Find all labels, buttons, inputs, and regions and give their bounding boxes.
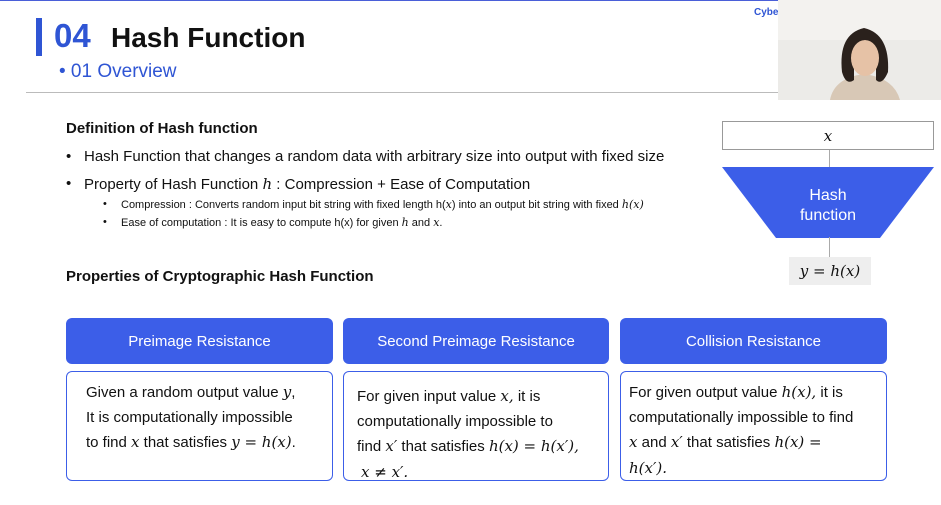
diagram-input-box: x: [722, 121, 934, 150]
math-x-prime: x′: [385, 437, 398, 455]
bullet-text: Property of Hash Function: [84, 176, 259, 193]
diagram-input: x: [823, 126, 833, 145]
card-text: that satisfies: [139, 434, 232, 451]
property-title-collision: Collision Resistance: [620, 318, 887, 364]
card-text: ,: [291, 384, 296, 401]
bullet-tail: : Compression + Ease of Computation: [276, 176, 531, 193]
math-x: x,: [500, 387, 514, 405]
bullet-dot: •: [103, 198, 107, 210]
diagram-connector: [829, 150, 830, 167]
diagram-output: y = h(x): [799, 262, 861, 280]
funnel-label: Hash function: [722, 186, 934, 226]
property-card-second-preimage: For given input value x, it is computati…: [343, 371, 609, 481]
definition-bullet: • Property of Hash Function h : Compress…: [66, 175, 531, 193]
card-text: Given a random output value: [86, 384, 283, 401]
property-card-preimage: Given a random output value y, It is com…: [66, 371, 333, 481]
sub-text: ) into an output bit string with fixed: [451, 199, 622, 211]
bullet-text: Hash Function that changes a random data…: [84, 148, 665, 165]
diagram-connector: [829, 237, 830, 257]
card-text: .: [291, 434, 296, 451]
sub-text: .: [439, 217, 443, 229]
properties-heading: Properties of Cryptographic Hash Functio…: [66, 268, 374, 285]
math-h: h: [401, 216, 409, 229]
card-text: that satisfies: [682, 434, 775, 451]
card-line: For given output value h(x), it is: [629, 380, 876, 406]
math-equation: h(x) = h(x′),: [488, 437, 579, 455]
card-line: h(x′).: [629, 458, 667, 477]
math-equation: h(x) =: [774, 433, 822, 451]
card-text: For given output value: [629, 384, 782, 401]
math-hx: h(x): [621, 198, 644, 211]
brand-text: Cybe: [754, 7, 779, 18]
title-accent-bar: [36, 18, 42, 56]
diagram-output-box: y = h(x): [789, 257, 871, 285]
definition-bullet: • Hash Function that changes a random da…: [66, 148, 665, 165]
card-text: and: [637, 434, 671, 451]
top-rule: [0, 0, 778, 1]
property-card-collision: For given output value h(x), it is compu…: [620, 371, 887, 481]
card-text: find: [357, 438, 386, 455]
card-line: x ≠ x′.: [361, 462, 409, 481]
presenter-webcam: [778, 0, 941, 100]
definition-subbullet: • Compression : Converts random input bit…: [103, 198, 644, 211]
sub-text: Compression : Converts random input bit …: [121, 199, 446, 211]
bullet-dot: •: [103, 216, 107, 228]
card-line: find x′ that satisfies h(x) = h(x′),: [357, 434, 598, 460]
section-number: 04: [54, 17, 91, 54]
definition-subbullet: • Ease of computation : It is easy to com…: [103, 216, 443, 229]
card-line: Given a random output value y,: [86, 380, 322, 406]
card-text: it is: [513, 388, 541, 405]
math-hx: h(x),: [781, 383, 817, 401]
math-x: x: [131, 433, 140, 451]
header-divider: [26, 92, 778, 93]
bullet-dot: •: [66, 148, 72, 165]
math-h: h: [262, 175, 273, 193]
funnel-label-line: function: [799, 207, 857, 224]
subtitle: • 01 Overview: [59, 61, 177, 82]
card-text: it is: [816, 384, 843, 401]
card-line: computationally impossible to find: [629, 408, 854, 426]
card-line: computationally impossible to: [357, 412, 553, 430]
card-line: x and x′ that satisfies h(x) =: [629, 430, 876, 456]
math-y: y: [282, 383, 292, 401]
card-text: that satisfies: [397, 438, 489, 455]
card-line: For given input value x, it is: [357, 384, 598, 410]
card-text: to find: [86, 434, 132, 451]
card-line: to find x that satisfies y = h(x).: [86, 430, 322, 456]
math-equation: y = h(x): [231, 433, 292, 451]
sub-text: and: [408, 217, 434, 229]
funnel-label-line: Hash: [809, 187, 847, 204]
property-title-second-preimage: Second Preimage Resistance: [343, 318, 609, 364]
section-title: Hash Function: [111, 22, 306, 53]
card-text: For given input value: [357, 388, 501, 405]
math-x-prime: x′: [670, 433, 683, 451]
definition-heading: Definition of Hash function: [66, 120, 258, 137]
card-line: It is computationally impossible: [86, 408, 293, 426]
property-title-preimage: Preimage Resistance: [66, 318, 333, 364]
bullet-dot: •: [66, 175, 72, 192]
sub-text: Ease of computation : It is easy to comp…: [121, 217, 402, 229]
